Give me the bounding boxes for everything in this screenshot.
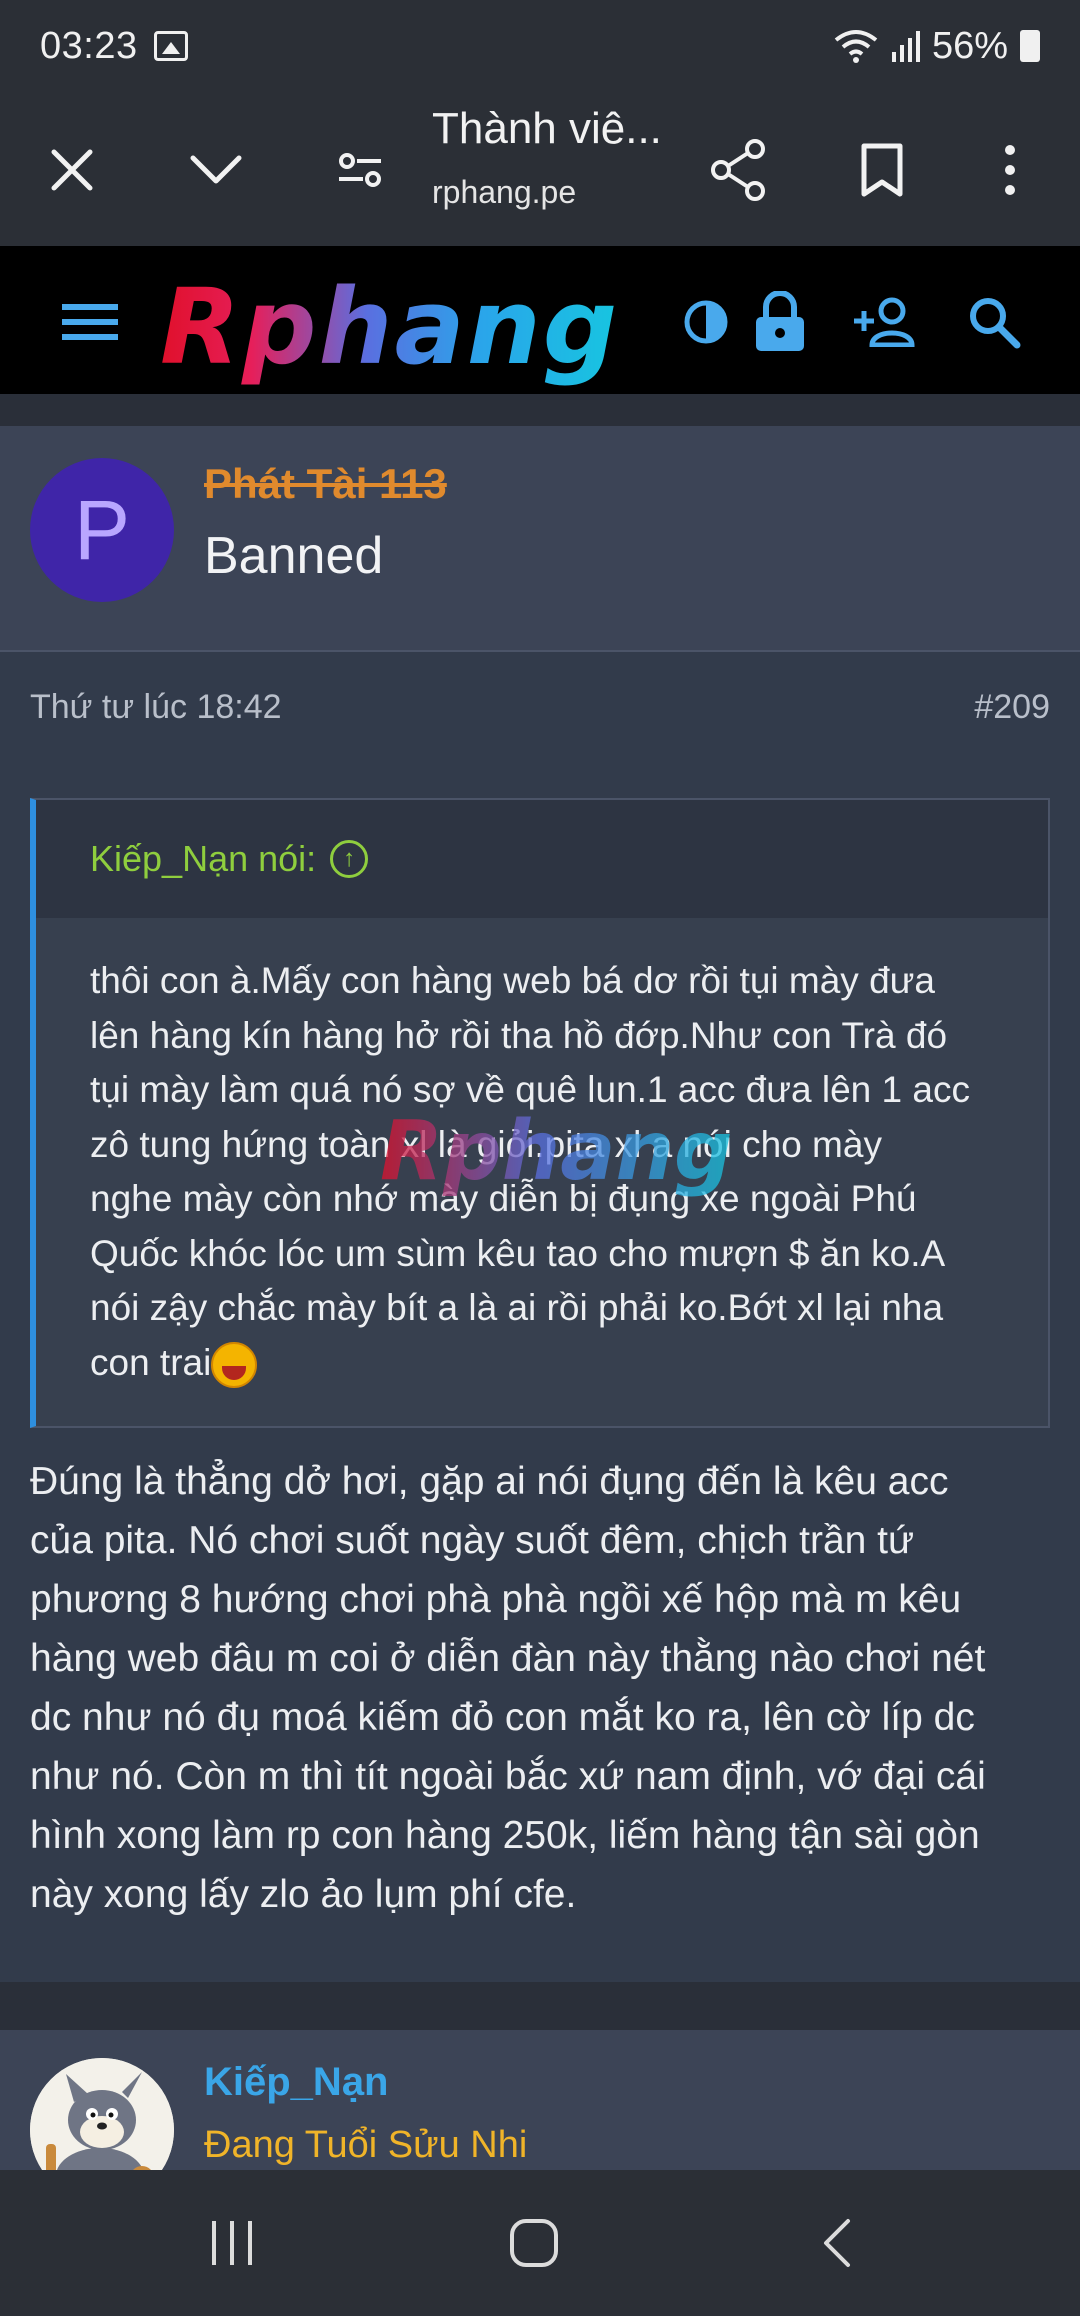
search-icon: [970, 298, 1021, 349]
more-vert-icon: [1005, 145, 1015, 195]
home-icon: [510, 2219, 558, 2267]
post-date[interactable]: Thứ tư lúc 18:42: [30, 688, 282, 727]
site-logo[interactable]: Rphang: [160, 266, 619, 388]
back-button[interactable]: [796, 2203, 876, 2283]
login-button[interactable]: [740, 282, 820, 362]
bookmark-icon: [861, 143, 903, 197]
page-title[interactable]: Thành viê...: [432, 104, 662, 154]
close-tab-button[interactable]: [32, 130, 112, 210]
lock-icon: [756, 291, 804, 351]
battery-percent: 56%: [931, 24, 1008, 67]
share-button[interactable]: [698, 130, 778, 210]
post: P Phát Tài 113 Banned Thứ tư lúc 18:42 #…: [0, 426, 1080, 1982]
collapse-button[interactable]: [176, 130, 256, 210]
status-time: 03:23: [40, 24, 138, 67]
arrow-up-circle-icon[interactable]: ↑: [330, 840, 369, 878]
site-header: Rphang: [0, 246, 1080, 394]
page-settings-button[interactable]: [320, 130, 400, 210]
post-number[interactable]: #209: [974, 688, 1050, 727]
signal-icon: [891, 31, 920, 62]
recent-apps-icon: [212, 2221, 252, 2265]
wifi-icon: [834, 30, 878, 63]
separator: [0, 394, 1080, 426]
battery-icon: [1020, 30, 1040, 62]
tune-icon: [339, 153, 381, 187]
bookmark-button[interactable]: [842, 130, 922, 210]
laughing-emoji-icon: [211, 1341, 258, 1388]
recent-apps-button[interactable]: [192, 2203, 272, 2283]
back-icon: [824, 2219, 850, 2267]
add-user-icon: [854, 297, 915, 347]
username[interactable]: Phát Tài 113: [204, 460, 447, 508]
hamburger-icon: [62, 304, 118, 340]
contrast-icon: [684, 300, 728, 344]
theme-toggle-button[interactable]: [666, 282, 746, 362]
home-button[interactable]: [494, 2203, 574, 2283]
user-title: Đang Tuổi Sửu Nhi: [204, 2124, 528, 2166]
more-menu-button[interactable]: [970, 130, 1050, 210]
post-body: Đúng là thẳng dở hơi, gặp ai nói đụng đế…: [30, 1460, 986, 1916]
gallery-notification-icon: [153, 31, 188, 61]
status-bar: 03:23 56%: [0, 0, 1080, 92]
register-button[interactable]: [846, 282, 926, 362]
post-user-panel: P Phát Tài 113 Banned: [0, 426, 1080, 652]
post: Kiếp_Nạn Đang Tuổi Sửu Nhi: [0, 2030, 1080, 2202]
status-icons: 56%: [834, 25, 1040, 68]
quote-header[interactable]: Kiếp_Nạn nói: ↑: [36, 800, 1048, 918]
user-title: Banned: [204, 527, 384, 585]
menu-button[interactable]: [50, 282, 130, 362]
search-button[interactable]: [954, 282, 1034, 362]
page-url[interactable]: rphang.pe: [432, 174, 576, 211]
system-navigation-bar: [0, 2170, 1080, 2316]
separator: [0, 1982, 1080, 2030]
close-icon: [51, 149, 93, 191]
watermark-logo: Rphang: [380, 1104, 733, 1199]
browser-toolbar: Thành viê... rphang.pe: [0, 92, 1080, 246]
share-icon: [711, 139, 765, 201]
avatar[interactable]: P: [30, 458, 174, 602]
username[interactable]: Kiếp_Nạn: [204, 2060, 389, 2105]
chevron-down-icon: [190, 155, 242, 184]
quote-author[interactable]: Kiếp_Nạn nói:: [90, 838, 316, 880]
